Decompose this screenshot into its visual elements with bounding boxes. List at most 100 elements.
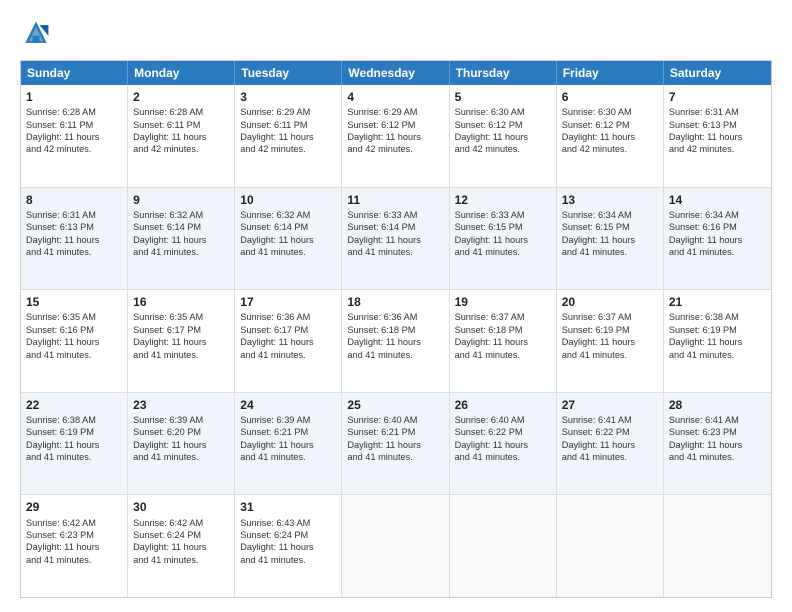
- day-number: 12: [455, 192, 551, 208]
- day-content: and 41 minutes.: [669, 247, 734, 257]
- day-content: Sunset: 6:18 PM: [347, 325, 415, 335]
- calendar-cell: 6Sunrise: 6:30 AMSunset: 6:12 PMDaylight…: [557, 85, 664, 187]
- calendar-cell: 10Sunrise: 6:32 AMSunset: 6:14 PMDayligh…: [235, 188, 342, 290]
- calendar-cell: 17Sunrise: 6:36 AMSunset: 6:17 PMDayligh…: [235, 290, 342, 392]
- day-content: and 41 minutes.: [133, 350, 198, 360]
- calendar-cell: 31Sunrise: 6:43 AMSunset: 6:24 PMDayligh…: [235, 495, 342, 597]
- day-number: 25: [347, 397, 443, 413]
- day-content: Sunset: 6:11 PM: [133, 120, 200, 130]
- calendar-cell: 19Sunrise: 6:37 AMSunset: 6:18 PMDayligh…: [450, 290, 557, 392]
- day-number: 13: [562, 192, 658, 208]
- day-content: Sunrise: 6:41 AM: [669, 415, 739, 425]
- day-content: Daylight: 11 hours: [26, 132, 99, 142]
- calendar-cell: 1Sunrise: 6:28 AMSunset: 6:11 PMDaylight…: [21, 85, 128, 187]
- day-content: Sunset: 6:19 PM: [669, 325, 737, 335]
- day-content: Sunset: 6:18 PM: [455, 325, 523, 335]
- day-number: 19: [455, 294, 551, 310]
- day-content: Daylight: 11 hours: [455, 440, 528, 450]
- calendar-header: Sunday Monday Tuesday Wednesday Thursday…: [21, 61, 771, 85]
- day-content: and 41 minutes.: [455, 452, 520, 462]
- day-number: 1: [26, 89, 122, 105]
- day-content: Daylight: 11 hours: [562, 337, 635, 347]
- day-content: Sunset: 6:12 PM: [347, 120, 415, 130]
- day-content: Daylight: 11 hours: [669, 440, 742, 450]
- calendar-cell: 11Sunrise: 6:33 AMSunset: 6:14 PMDayligh…: [342, 188, 449, 290]
- day-content: Sunrise: 6:31 AM: [26, 210, 96, 220]
- header: [20, 18, 772, 50]
- day-content: and 41 minutes.: [133, 555, 198, 565]
- day-content: Sunrise: 6:32 AM: [133, 210, 203, 220]
- day-content: Daylight: 11 hours: [455, 132, 528, 142]
- day-number: 21: [669, 294, 766, 310]
- day-content: Daylight: 11 hours: [240, 235, 313, 245]
- day-content: Sunrise: 6:29 AM: [240, 107, 310, 117]
- day-content: and 42 minutes.: [562, 144, 627, 154]
- calendar-cell: 21Sunrise: 6:38 AMSunset: 6:19 PMDayligh…: [664, 290, 771, 392]
- day-content: Sunset: 6:22 PM: [562, 427, 630, 437]
- calendar-row-5: 29Sunrise: 6:42 AMSunset: 6:23 PMDayligh…: [21, 495, 771, 597]
- calendar-cell: 30Sunrise: 6:42 AMSunset: 6:24 PMDayligh…: [128, 495, 235, 597]
- day-content: Sunrise: 6:36 AM: [347, 312, 417, 322]
- day-number: 3: [240, 89, 336, 105]
- day-content: Sunrise: 6:37 AM: [455, 312, 525, 322]
- day-content: Sunrise: 6:35 AM: [26, 312, 96, 322]
- day-content: Daylight: 11 hours: [26, 440, 99, 450]
- day-content: Daylight: 11 hours: [669, 337, 742, 347]
- day-content: and 42 minutes.: [240, 144, 305, 154]
- day-content: Daylight: 11 hours: [562, 440, 635, 450]
- day-number: 23: [133, 397, 229, 413]
- day-number: 27: [562, 397, 658, 413]
- day-content: Sunset: 6:24 PM: [133, 530, 201, 540]
- day-number: 29: [26, 499, 122, 515]
- day-content: and 41 minutes.: [562, 350, 627, 360]
- day-number: 5: [455, 89, 551, 105]
- day-content: Daylight: 11 hours: [133, 132, 206, 142]
- calendar-cell: 23Sunrise: 6:39 AMSunset: 6:20 PMDayligh…: [128, 393, 235, 495]
- day-content: and 41 minutes.: [240, 452, 305, 462]
- day-number: 26: [455, 397, 551, 413]
- header-saturday: Saturday: [664, 61, 771, 85]
- day-content: Daylight: 11 hours: [240, 440, 313, 450]
- header-thursday: Thursday: [450, 61, 557, 85]
- day-content: and 41 minutes.: [26, 247, 91, 257]
- day-content: Sunrise: 6:33 AM: [455, 210, 525, 220]
- header-monday: Monday: [128, 61, 235, 85]
- day-number: 28: [669, 397, 766, 413]
- day-content: and 41 minutes.: [240, 350, 305, 360]
- day-content: Sunset: 6:24 PM: [240, 530, 308, 540]
- day-number: 14: [669, 192, 766, 208]
- calendar-cell: [557, 495, 664, 597]
- calendar-cell: 14Sunrise: 6:34 AMSunset: 6:16 PMDayligh…: [664, 188, 771, 290]
- day-content: Sunset: 6:15 PM: [562, 222, 630, 232]
- day-content: Daylight: 11 hours: [562, 235, 635, 245]
- day-content: Sunset: 6:23 PM: [669, 427, 737, 437]
- day-content: and 42 minutes.: [26, 144, 91, 154]
- calendar-cell: [342, 495, 449, 597]
- day-content: Daylight: 11 hours: [347, 132, 420, 142]
- day-number: 30: [133, 499, 229, 515]
- day-content: Daylight: 11 hours: [26, 337, 99, 347]
- day-content: Sunset: 6:21 PM: [347, 427, 415, 437]
- day-content: Sunset: 6:11 PM: [26, 120, 93, 130]
- day-content: Sunrise: 6:32 AM: [240, 210, 310, 220]
- calendar-cell: [664, 495, 771, 597]
- day-content: Daylight: 11 hours: [26, 235, 99, 245]
- calendar-cell: 9Sunrise: 6:32 AMSunset: 6:14 PMDaylight…: [128, 188, 235, 290]
- day-number: 10: [240, 192, 336, 208]
- calendar-cell: 29Sunrise: 6:42 AMSunset: 6:23 PMDayligh…: [21, 495, 128, 597]
- day-content: Sunrise: 6:34 AM: [562, 210, 632, 220]
- calendar-cell: 20Sunrise: 6:37 AMSunset: 6:19 PMDayligh…: [557, 290, 664, 392]
- calendar-cell: 5Sunrise: 6:30 AMSunset: 6:12 PMDaylight…: [450, 85, 557, 187]
- day-number: 18: [347, 294, 443, 310]
- day-content: Sunset: 6:22 PM: [455, 427, 523, 437]
- day-content: Daylight: 11 hours: [26, 542, 99, 552]
- day-content: Sunset: 6:12 PM: [562, 120, 630, 130]
- day-content: and 41 minutes.: [562, 452, 627, 462]
- day-number: 9: [133, 192, 229, 208]
- day-content: and 41 minutes.: [26, 350, 91, 360]
- day-content: and 41 minutes.: [133, 452, 198, 462]
- calendar-cell: 8Sunrise: 6:31 AMSunset: 6:13 PMDaylight…: [21, 188, 128, 290]
- calendar-cell: 26Sunrise: 6:40 AMSunset: 6:22 PMDayligh…: [450, 393, 557, 495]
- day-content: Sunset: 6:19 PM: [562, 325, 630, 335]
- day-content: Sunset: 6:16 PM: [26, 325, 94, 335]
